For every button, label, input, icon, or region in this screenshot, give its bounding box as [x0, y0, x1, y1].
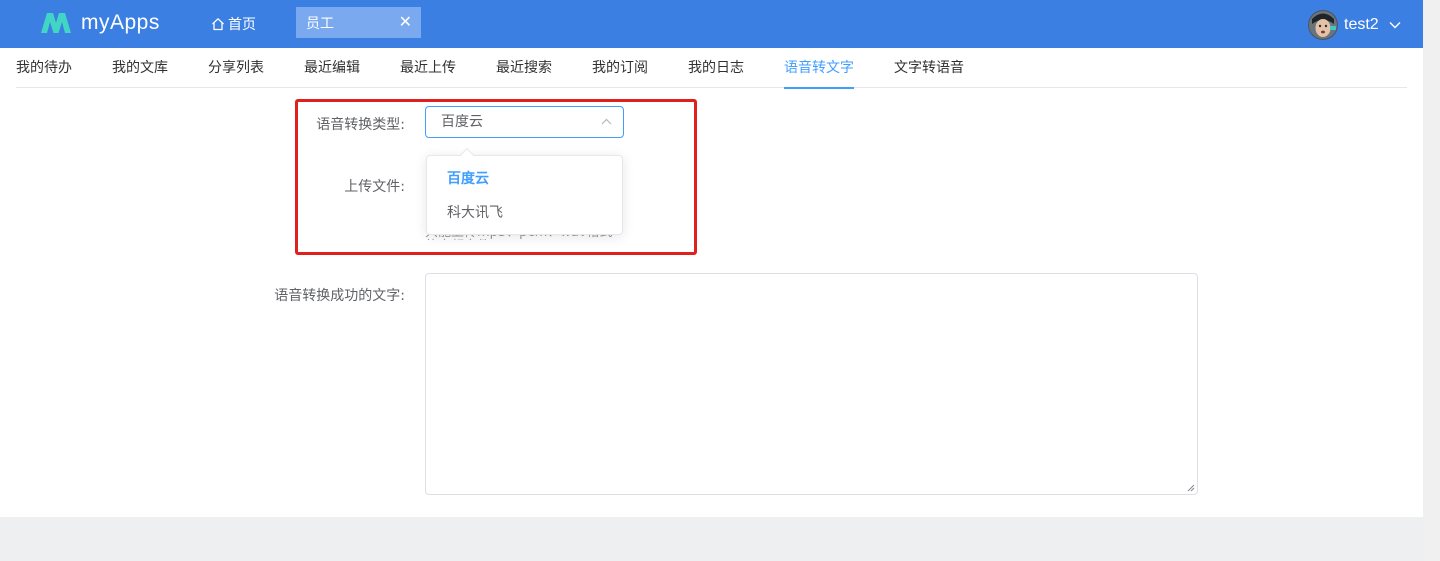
m-logo-icon [41, 13, 71, 33]
app-logo[interactable]: myApps [40, 10, 160, 36]
user-menu[interactable]: test2 [1308, 10, 1401, 40]
tab-my-log[interactable]: 我的日志 [688, 48, 744, 88]
tab-my-subscription[interactable]: 我的订阅 [592, 48, 648, 88]
convert-type-label: 语音转换类型: [316, 117, 405, 133]
home-label: 首页 [228, 17, 256, 33]
app-name: myApps [81, 11, 160, 34]
resize-grip-icon[interactable] [1187, 484, 1195, 492]
tab-share-list[interactable]: 分享列表 [208, 48, 264, 88]
scrollbar-track[interactable] [1423, 0, 1440, 561]
page: myApps 首页 员工 ✕ test2 我的待办 我的文库 分享列表 最近编辑… [0, 0, 1423, 517]
convert-type-dropdown: 百度云 科大讯飞 [426, 147, 623, 235]
close-icon[interactable]: ✕ [399, 13, 412, 31]
tab-recent-edit[interactable]: 最近编辑 [304, 48, 360, 88]
option-baidu-cloud[interactable]: 百度云 [427, 162, 622, 196]
tab-speech-to-text[interactable]: 语音转文字 [784, 48, 854, 89]
chevron-down-icon [1389, 22, 1401, 29]
option-iflytek[interactable]: 科大讯飞 [427, 196, 622, 230]
tab-my-todo[interactable]: 我的待办 [16, 48, 72, 88]
upload-label: 上传文件: [344, 179, 405, 195]
nav-tabs: 我的待办 我的文库 分享列表 最近编辑 最近上传 最近搜索 我的订阅 我的日志 … [16, 48, 1407, 89]
open-tab-employee[interactable]: 员工 ✕ [296, 7, 421, 38]
dropdown-arrow [459, 147, 475, 163]
tab-recent-upload[interactable]: 最近上传 [400, 48, 456, 88]
result-text-label: 语音转换成功的文字: [274, 288, 405, 304]
open-tab-label: 员工 [306, 15, 334, 32]
tab-recent-search[interactable]: 最近搜索 [496, 48, 552, 88]
result-textarea[interactable] [425, 273, 1198, 495]
avatar [1308, 10, 1338, 40]
home-icon [212, 18, 224, 31]
convert-type-select[interactable]: 百度云 [425, 106, 624, 138]
convert-type-value: 百度云 [441, 114, 483, 130]
home-link[interactable]: 首页 [211, 14, 256, 34]
user-name: test2 [1344, 16, 1379, 33]
chevron-up-icon [601, 118, 612, 125]
top-bar: myApps 首页 员工 ✕ test2 [0, 0, 1423, 48]
tab-my-library[interactable]: 我的文库 [112, 48, 168, 88]
tab-text-to-speech[interactable]: 文字转语音 [894, 48, 964, 88]
